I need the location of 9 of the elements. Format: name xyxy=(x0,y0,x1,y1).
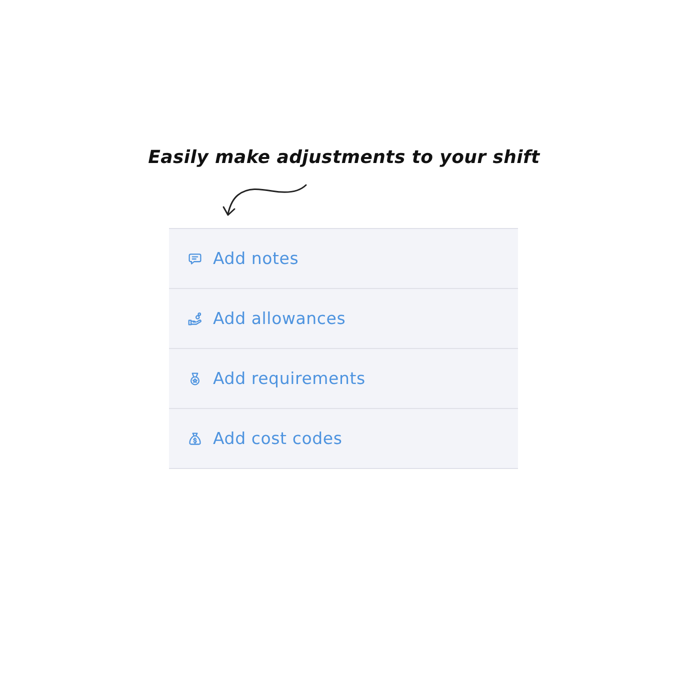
menu-item[interactable]: Add allowances xyxy=(169,288,518,348)
handwritten-caption: Easily make adjustments to your shift xyxy=(148,147,540,168)
money-bag-icon xyxy=(188,432,202,446)
medal-icon xyxy=(188,372,202,386)
speech-bubble-icon xyxy=(188,252,202,266)
menu-item[interactable]: Add cost codes xyxy=(169,408,518,469)
hand-coins-icon xyxy=(188,312,202,326)
menu-item[interactable]: Add notes xyxy=(169,228,518,288)
menu-item[interactable]: Add requirements xyxy=(169,348,518,408)
